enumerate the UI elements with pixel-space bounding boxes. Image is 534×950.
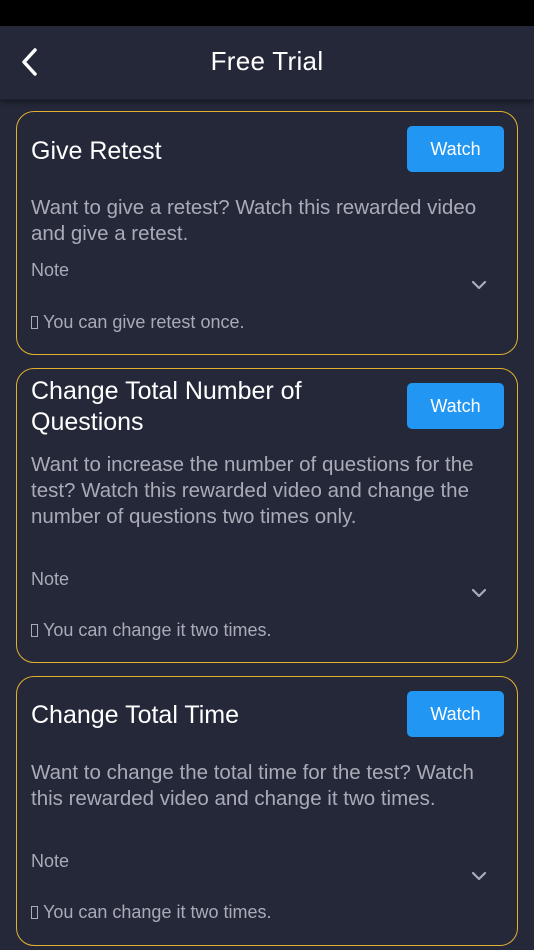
card-change-questions: Change Total Number of Questions Watch W… — [16, 368, 518, 663]
note-text: You can change it two times. — [31, 902, 271, 923]
card-description: Want to change the total time for the te… — [31, 761, 474, 810]
card-description: Want to give a retest? Watch this reward… — [31, 196, 477, 245]
watch-button[interactable]: Watch — [407, 126, 504, 172]
expand-note-toggle[interactable] — [469, 586, 489, 600]
note-label: Note — [31, 260, 70, 280]
bullet-icon — [31, 316, 38, 329]
note-text: You can give retest once. — [31, 312, 244, 333]
bullet-icon — [31, 906, 38, 919]
watch-button[interactable]: Watch — [407, 383, 504, 429]
chevron-down-icon — [471, 588, 487, 598]
watch-button[interactable]: Watch — [407, 691, 504, 737]
card-give-retest: Give Retest Watch Want to give a retest?… — [16, 111, 518, 355]
chevron-down-icon — [471, 280, 487, 290]
card-title: Change Total Number of Questions — [31, 377, 302, 436]
card-title: Change Total Time — [31, 701, 239, 729]
expand-note-toggle[interactable] — [469, 278, 489, 292]
chevron-down-icon — [471, 871, 487, 881]
card-title: Give Retest — [31, 137, 162, 165]
status-bar — [0, 0, 534, 26]
bullet-icon — [31, 624, 38, 637]
note-text-value: You can change it two times. — [43, 902, 272, 922]
card-description: Want to increase the number of questions… — [31, 453, 474, 528]
nav-bar: Free Trial — [0, 26, 534, 100]
note-text-value: You can give retest once. — [43, 312, 245, 332]
note-label: Note — [31, 851, 70, 871]
page-title: Free Trial — [210, 46, 324, 76]
note-text-value: You can change it two times. — [43, 620, 272, 640]
note-text: You can change it two times. — [31, 620, 271, 641]
note-label: Note — [31, 569, 70, 589]
expand-note-toggle[interactable] — [469, 869, 489, 883]
card-change-time: Change Total Time Watch Want to change t… — [16, 676, 518, 946]
